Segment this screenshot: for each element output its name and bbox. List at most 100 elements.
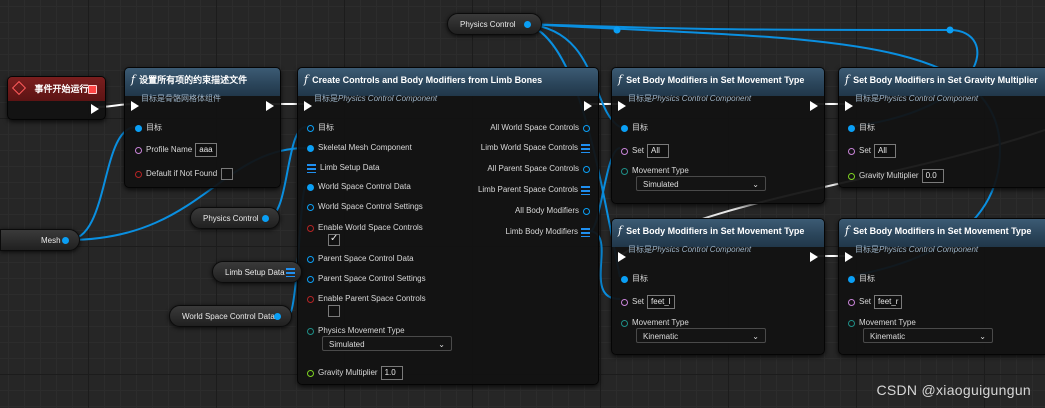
movement-1-exec-in[interactable]: [618, 101, 626, 111]
movement-2-exec-out[interactable]: [810, 252, 818, 262]
movement-2-target-pin[interactable]: 目标: [621, 274, 648, 284]
gravity-multiplier-field[interactable]: 1.0: [380, 366, 403, 380]
movement-node-2-title: Set Body Modifiers in Set Movement Type: [626, 226, 805, 236]
movement-1-target-pin[interactable]: 目标: [621, 123, 648, 133]
world-space-control-data-var-pin[interactable]: [274, 313, 281, 320]
physics-control-var-mid[interactable]: Physics Control: [190, 207, 280, 229]
limb-setup-data-var-pin[interactable]: [286, 268, 295, 277]
mesh-var-pin[interactable]: [62, 237, 69, 244]
profile-name-field[interactable]: aaa: [195, 143, 218, 157]
physics-control-var-top-pin[interactable]: [524, 21, 531, 28]
world-space-control-data-var[interactable]: World Space Control Data: [169, 305, 292, 327]
function-icon: f: [304, 73, 309, 86]
enable-ps-checkbox[interactable]: [328, 305, 340, 317]
default-if-not-found-pin[interactable]: Default if Not Found: [135, 168, 234, 180]
movement-1-set-field[interactable]: All: [647, 144, 670, 158]
physics-control-var-top[interactable]: Physics Control: [447, 13, 542, 35]
movement-node-3-header: f Set Body Modifiers in Set Movement Type…: [839, 219, 1045, 254]
event-title: 事件开始运行: [34, 84, 89, 94]
phys-movement-dropdown[interactable]: Simulated ⌄: [322, 336, 452, 351]
movement-2-set-field[interactable]: feet_l: [647, 295, 675, 309]
movement-3-set-field[interactable]: feet_r: [874, 295, 903, 309]
limb-setup-data-var-label: Limb Setup Data: [225, 268, 285, 277]
gravity-multiplier-pin-2[interactable]: Gravity Multiplier 0.0: [848, 169, 944, 183]
set-movement-type-node-1[interactable]: f Set Body Modifiers in Set Movement Type…: [611, 67, 825, 204]
phys-movement-pin[interactable]: Physics Movement Type: [307, 326, 405, 336]
all-ps-controls-pin[interactable]: All Parent Space Controls: [487, 164, 590, 174]
enable-ws-checkbox[interactable]: [328, 233, 340, 246]
movement-1-exec-out[interactable]: [810, 101, 818, 111]
movement-3-type-pin[interactable]: Movement Type: [848, 318, 916, 328]
profile-target-pin[interactable]: 目标: [135, 123, 162, 133]
function-icon: f: [131, 73, 136, 86]
watermark: CSDN @xiaoguigungun: [876, 382, 1031, 398]
movement-2-type-pin[interactable]: Movement Type: [621, 318, 689, 328]
gravity-exec-in[interactable]: [845, 101, 853, 111]
ps-control-data-pin[interactable]: Parent Space Control Data: [307, 254, 414, 264]
stop-icon: [88, 85, 97, 94]
event-header: 事件开始运行: [8, 77, 105, 101]
gravity-node-subtitle: 目标是Physics Control Component: [855, 94, 979, 103]
physics-control-var-mid-label: Physics Control: [203, 214, 259, 223]
enable-ps-pin[interactable]: Enable Parent Space Controls: [307, 294, 426, 304]
limb-ws-controls-pin[interactable]: Limb World Space Controls: [481, 143, 590, 153]
ws-control-data-pin[interactable]: World Space Control Data: [307, 182, 411, 192]
movement-1-dropdown[interactable]: Simulated ⌄: [636, 176, 766, 191]
all-ws-controls-pin[interactable]: All World Space Controls: [490, 123, 590, 133]
ws-control-settings-pin[interactable]: World Space Control Settings: [307, 202, 423, 212]
movement-node-3-subtitle: 目标是Physics Control Component: [855, 245, 979, 254]
ps-control-settings-pin[interactable]: Parent Space Control Settings: [307, 274, 426, 284]
movement-node-1-title: Set Body Modifiers in Set Movement Type: [626, 75, 805, 85]
set-movement-type-node-2[interactable]: f Set Body Modifiers in Set Movement Type…: [611, 218, 825, 355]
gravity-target-pin[interactable]: 目标: [848, 123, 875, 133]
function-icon: f: [618, 73, 623, 86]
event-exec-out[interactable]: [91, 104, 99, 114]
gravity-node-title: Set Body Modifiers in Set Gravity Multip…: [853, 75, 1038, 85]
profile-exec-out[interactable]: [266, 101, 274, 111]
world-space-control-data-var-label: World Space Control Data: [182, 312, 275, 321]
movement-2-exec-in[interactable]: [618, 252, 626, 262]
movement-2-set-pin[interactable]: Set feet_l: [621, 295, 675, 309]
movement-1-set-pin[interactable]: Set All: [621, 144, 670, 158]
movement-3-set-pin[interactable]: Set feet_r: [848, 295, 903, 309]
movement-node-1-header: f Set Body Modifiers in Set Movement Type…: [612, 68, 824, 103]
movement-3-exec-in[interactable]: [845, 252, 853, 262]
function-icon: f: [618, 224, 623, 237]
create-exec-out[interactable]: [584, 101, 592, 111]
profile-exec-in[interactable]: [131, 101, 139, 111]
gravity-multiplier-pin[interactable]: Gravity Multiplier 1.0: [307, 366, 403, 380]
gravity-node-header: f Set Body Modifiers in Set Gravity Multi…: [839, 68, 1045, 103]
movement-3-target-pin[interactable]: 目标: [848, 274, 875, 284]
default-if-not-found-checkbox[interactable]: [221, 168, 234, 180]
gravity-set-field[interactable]: All: [874, 144, 897, 158]
skeletal-mesh-pin[interactable]: Skeletal Mesh Component: [307, 143, 412, 153]
profile-name-pin[interactable]: Profile Name aaa: [135, 143, 218, 157]
all-body-modifiers-pin[interactable]: All Body Modifiers: [515, 206, 590, 216]
movement-node-3-title: Set Body Modifiers in Set Movement Type: [853, 226, 1032, 236]
set-movement-type-node-3[interactable]: f Set Body Modifiers in Set Movement Type…: [838, 218, 1045, 355]
create-exec-in[interactable]: [304, 101, 312, 111]
gravity-value-field[interactable]: 0.0: [921, 169, 944, 183]
limb-body-modifiers-pin[interactable]: Limb Body Modifiers: [506, 227, 590, 237]
movement-2-dropdown[interactable]: Kinematic ⌄: [636, 328, 766, 343]
create-node-title: Create Controls and Body Modifiers from …: [312, 75, 543, 85]
event-begin-play-node[interactable]: 事件开始运行: [7, 76, 106, 120]
movement-1-type-pin[interactable]: Movement Type: [621, 166, 689, 176]
limb-ps-controls-pin[interactable]: Limb Parent Space Controls: [478, 185, 590, 195]
set-constraint-profile-node[interactable]: f 设置所有项的约束描述文件 目标是骨骼网格体组件 目标 Profile Name…: [124, 67, 281, 188]
create-target-pin[interactable]: 目标: [307, 123, 334, 133]
limb-setup-pin[interactable]: Limb Setup Data: [307, 163, 380, 173]
create-controls-node[interactable]: f Create Controls and Body Modifiers from…: [297, 67, 599, 385]
function-icon: f: [845, 224, 850, 237]
mesh-var-label: Mesh: [41, 236, 61, 245]
create-node-header: f Create Controls and Body Modifiers from…: [298, 68, 598, 103]
gravity-set-pin[interactable]: Set All: [848, 144, 897, 158]
profile-node-header: f 设置所有项的约束描述文件 目标是骨骼网格体组件: [125, 68, 280, 103]
enable-ws-pin[interactable]: Enable World Space Controls: [307, 223, 423, 233]
limb-setup-data-var[interactable]: Limb Setup Data: [212, 261, 302, 283]
movement-3-dropdown[interactable]: Kinematic ⌄: [863, 328, 993, 343]
set-gravity-multiplier-node[interactable]: f Set Body Modifiers in Set Gravity Multi…: [838, 67, 1045, 188]
profile-node-subtitle: 目标是骨骼网格体组件: [141, 94, 221, 103]
physics-control-var-mid-pin[interactable]: [262, 215, 269, 222]
mesh-var[interactable]: Mesh: [0, 229, 80, 251]
